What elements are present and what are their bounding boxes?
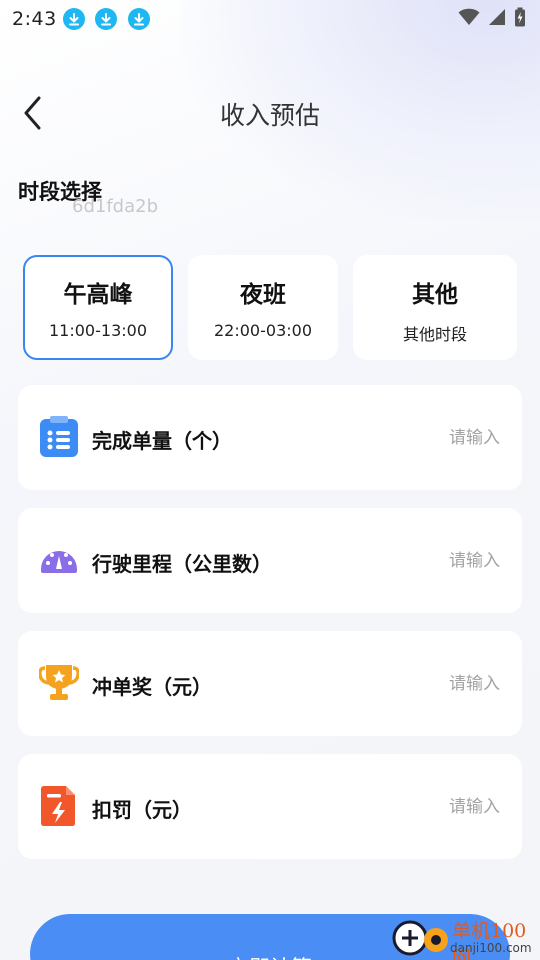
download-icon <box>63 8 85 30</box>
bonus-label: 冲单奖（元） <box>92 675 212 699</box>
status-bar: 2:43 <box>0 0 540 38</box>
download-icon <box>128 8 150 30</box>
slot-lunch-peak[interactable]: 午高峰 11:00-13:00 <box>23 255 173 360</box>
orders-input[interactable] <box>380 423 500 453</box>
speedometer-icon <box>39 539 79 581</box>
watermark-logo-icon <box>392 920 448 956</box>
input-row-bonus: 冲单奖（元） <box>18 631 522 736</box>
slot-time: 11:00-13:00 <box>49 321 147 340</box>
clipboard-list-icon <box>39 416 79 458</box>
orders-label: 完成单量（个） <box>92 429 232 453</box>
slot-name: 午高峰 <box>63 282 133 308</box>
watermark-domain: danji100.com <box>450 941 532 955</box>
bonus-input[interactable] <box>380 669 500 699</box>
trophy-icon <box>38 662 80 704</box>
site-watermark-logo: 单机100网 danji100.com <box>390 914 538 960</box>
page-title: 收入预估 <box>219 101 320 130</box>
status-time: 2:43 <box>12 8 57 30</box>
slot-name: 其他 <box>412 282 458 308</box>
input-row-penalty: 扣罚（元） <box>18 754 522 859</box>
overlay-code: 6d1fda2b <box>72 196 159 217</box>
input-row-mileage: 行驶里程（公里数） <box>18 508 522 613</box>
penalty-label: 扣罚（元） <box>92 798 192 822</box>
download-icon <box>95 8 117 30</box>
slot-time: 22:00-03:00 <box>214 321 312 340</box>
mileage-label: 行驶里程（公里数） <box>92 552 272 576</box>
input-row-orders: 完成单量（个） <box>18 385 522 490</box>
penalty-document-icon <box>39 785 79 827</box>
penalty-input[interactable] <box>380 792 500 822</box>
slot-night-shift[interactable]: 夜班 22:00-03:00 <box>188 255 338 360</box>
signal-icon <box>488 8 506 30</box>
battery-charging-icon <box>514 7 526 31</box>
mileage-input[interactable] <box>380 546 500 576</box>
slot-name: 夜班 <box>240 282 286 308</box>
wifi-icon <box>458 8 480 30</box>
slot-other[interactable]: 其他 其他时段 <box>353 255 517 360</box>
slot-time: 其他时段 <box>402 325 467 344</box>
